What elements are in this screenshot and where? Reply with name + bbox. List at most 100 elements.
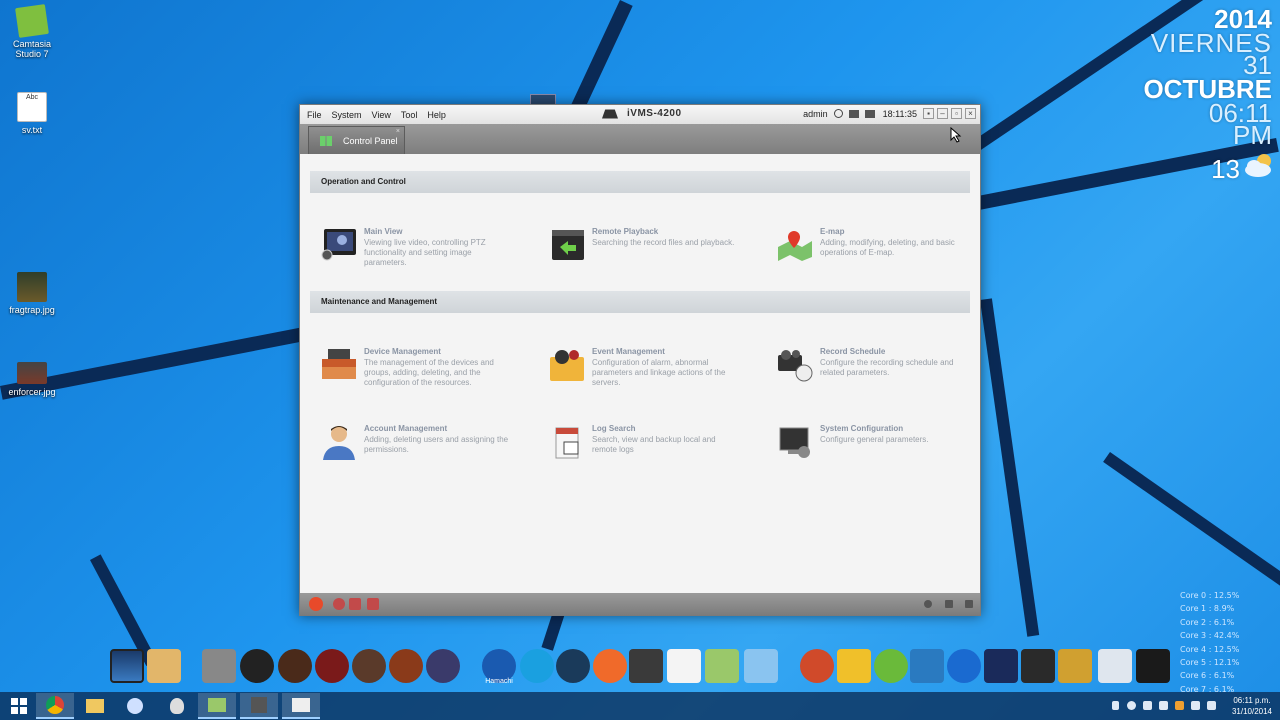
dock-origin-icon[interactable]: [593, 649, 627, 683]
pin-icon[interactable]: [924, 600, 932, 608]
module-emap[interactable]: E-map Adding, modifying, deleting, and b…: [776, 227, 976, 277]
module-log-search[interactable]: Log Search Search, view and backup local…: [548, 424, 748, 474]
menu-file[interactable]: File: [307, 110, 322, 120]
taskbar-app-moon[interactable]: [116, 693, 154, 719]
dock-game-icon[interactable]: [240, 649, 274, 683]
alarm-warning-icon[interactable]: [309, 597, 323, 611]
taskbar-chrome[interactable]: [36, 693, 74, 719]
video-camera-clock-icon: [778, 350, 813, 382]
dock-game-icon[interactable]: [352, 649, 386, 683]
title-status: admin 18:11:35 ▪ – ▫ ×: [803, 108, 976, 119]
taskbar-clock[interactable]: 06:11 p.m. 31/10/2014: [1232, 695, 1272, 717]
taskbar-recorder[interactable]: [240, 693, 278, 719]
keyboard-icon[interactable]: [864, 109, 875, 118]
minimize-button[interactable]: –: [937, 108, 948, 119]
dock-computer-icon[interactable]: [110, 649, 144, 683]
ivms-window: File System View Tool Help iVMS-4200 adm…: [299, 104, 981, 616]
dock-vegas-icon[interactable]: [837, 649, 871, 683]
monitor-icon[interactable]: [848, 109, 859, 118]
dock-monitor-icon[interactable]: [629, 649, 663, 683]
desktop-icon-fragtrap[interactable]: fragtrap.jpg: [0, 272, 64, 315]
module-event-management[interactable]: Event Management Configuration of alarm,…: [548, 347, 748, 397]
menu-system[interactable]: System: [332, 110, 362, 120]
camtasia-icon: [208, 698, 226, 712]
globe-icon[interactable]: [833, 109, 843, 118]
dock-teamviewer-icon[interactable]: [947, 649, 981, 683]
taskbar-file-explorer[interactable]: [76, 693, 114, 719]
dock-ccleaner-icon[interactable]: [800, 649, 834, 683]
tray-expand-icon[interactable]: [1112, 701, 1119, 710]
dock-steam-icon[interactable]: [556, 649, 590, 683]
alarm-sound-icon[interactable]: [333, 598, 345, 610]
app-clock: 18:11:35: [882, 108, 917, 119]
image-file-icon: [17, 272, 47, 302]
dock-photoshop-icon[interactable]: [984, 649, 1018, 683]
module-record-schedule[interactable]: Record Schedule Configure the recording …: [776, 347, 976, 397]
core-stat: Core 5 : 12.1%: [1180, 658, 1240, 668]
restore-icon[interactable]: [945, 600, 953, 608]
taskbar-app-alienware[interactable]: [158, 693, 196, 719]
menu-view[interactable]: View: [372, 110, 391, 120]
dock-diablo-icon[interactable]: [315, 649, 349, 683]
dock-borderlands-icon[interactable]: [426, 649, 460, 683]
section-maintenance-management: Maintenance and Management: [310, 291, 970, 313]
desktop-icon-sv-txt[interactable]: Abc sv.txt: [0, 92, 64, 135]
status-bar: [300, 593, 980, 615]
dock-recycle-bin-icon[interactable]: [1098, 649, 1132, 683]
tab-close-icon[interactable]: ×: [396, 128, 400, 135]
module-account-management[interactable]: Account Management Adding, deleting user…: [320, 424, 520, 474]
dock-team-fortress-icon[interactable]: [389, 649, 423, 683]
dock-tools-icon[interactable]: [1058, 649, 1092, 683]
tab-label: Control Panel: [343, 135, 398, 146]
close-button[interactable]: ×: [965, 108, 976, 119]
desktop-icon-enforcer[interactable]: enforcer.jpg: [0, 362, 64, 397]
menu-tool[interactable]: Tool: [401, 110, 418, 120]
dock-xbmc-icon[interactable]: [1021, 649, 1055, 683]
dock-counter-strike-icon[interactable]: [202, 649, 236, 683]
maximize-button[interactable]: ▫: [951, 108, 962, 119]
menu-help[interactable]: Help: [427, 110, 446, 120]
tray-network-icon[interactable]: [1127, 701, 1136, 710]
module-description: Viewing live video, controlling PTZ func…: [364, 238, 486, 267]
module-system-configuration[interactable]: System Configuration Configure general p…: [776, 424, 976, 474]
expand-up-icon[interactable]: [965, 600, 973, 608]
dock-media-icon[interactable]: [910, 649, 944, 683]
user-account-icon: [323, 426, 355, 460]
lock-button[interactable]: ▪: [923, 108, 934, 119]
tab-control-panel[interactable]: Control Panel ×: [308, 126, 405, 154]
tray-app-icon[interactable]: [1191, 701, 1200, 710]
module-remote-playback[interactable]: Remote Playback Searching the record fil…: [548, 227, 748, 277]
cpu-core-stats: Core 0 : 12.5% Core 1 : 8.9% Core 2 : 6.…: [1180, 589, 1240, 696]
start-button[interactable]: [0, 693, 38, 719]
module-main-view[interactable]: Main View Viewing live video, controllin…: [320, 227, 520, 277]
desktop-icon-label: Camtasia Studio 7: [12, 39, 51, 59]
dock-payday-icon[interactable]: [278, 649, 312, 683]
module-name: Remote Playback: [592, 227, 659, 236]
device-management-icon: [322, 349, 356, 379]
desktop-icon-label: sv.txt: [21, 125, 43, 135]
module-device-management[interactable]: Device Management The management of the …: [320, 347, 520, 397]
dock-skype-icon[interactable]: [520, 649, 554, 683]
alarm-video-icon[interactable]: [349, 598, 361, 610]
dock-downloads-icon[interactable]: [744, 649, 778, 683]
tray-app-icon[interactable]: [1159, 701, 1168, 710]
module-description: Configure the recording schedule and rel…: [820, 358, 954, 377]
dock-terminal-icon[interactable]: [1136, 649, 1170, 683]
dock-camtasia-icon[interactable]: [705, 649, 739, 683]
desktop-icon-camtasia[interactable]: Camtasia Studio 7: [0, 4, 64, 59]
section-operation-control: Operation and Control: [310, 171, 970, 193]
alarm-mute-icon[interactable]: [367, 598, 379, 610]
title-bar[interactable]: File System View Tool Help iVMS-4200 adm…: [300, 105, 980, 124]
camtasia-icon: [15, 4, 49, 38]
tray-app-icon[interactable]: [1143, 701, 1152, 710]
dock-music-folder-icon[interactable]: [147, 649, 181, 683]
taskbar-ivms[interactable]: [282, 693, 320, 719]
module-description: Configure general parameters.: [820, 435, 929, 444]
taskbar-camtasia[interactable]: [198, 693, 236, 719]
tray-app-icon[interactable]: [1175, 701, 1184, 710]
dock-document-icon[interactable]: [667, 649, 701, 683]
dock-utorrent-icon[interactable]: [874, 649, 908, 683]
tray-volume-icon[interactable]: [1207, 701, 1216, 710]
cloud-sun-icon: [1245, 154, 1271, 177]
core-stat: Core 1 : 8.9%: [1180, 604, 1235, 614]
